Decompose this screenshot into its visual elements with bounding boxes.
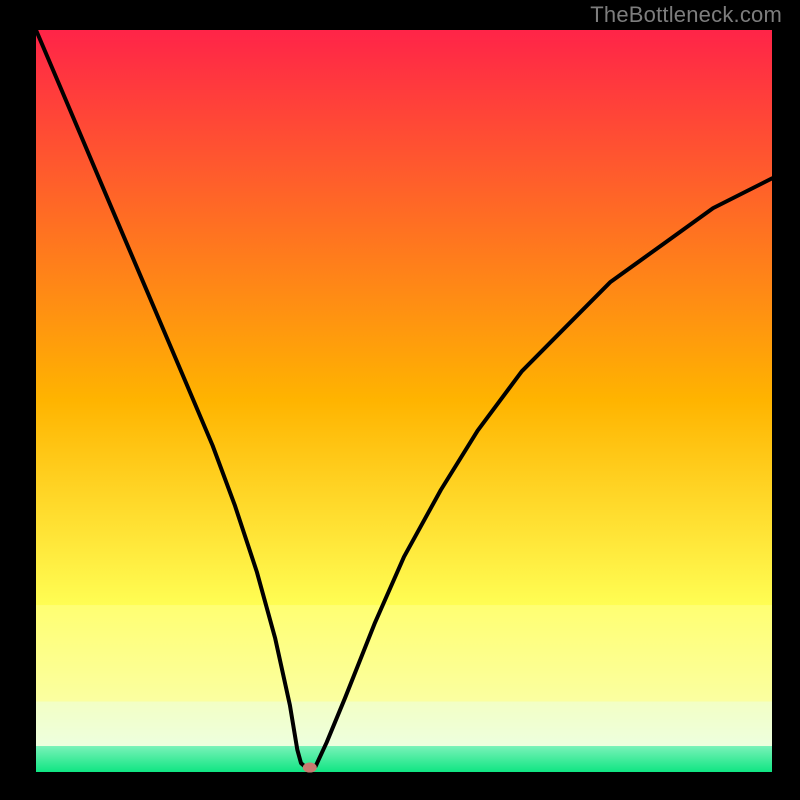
optimal-point-marker — [303, 763, 317, 773]
bottleneck-chart — [0, 0, 800, 800]
chart-container: { "attribution": "TheBottleneck.com", "c… — [0, 0, 800, 800]
attribution-text: TheBottleneck.com — [590, 2, 782, 28]
